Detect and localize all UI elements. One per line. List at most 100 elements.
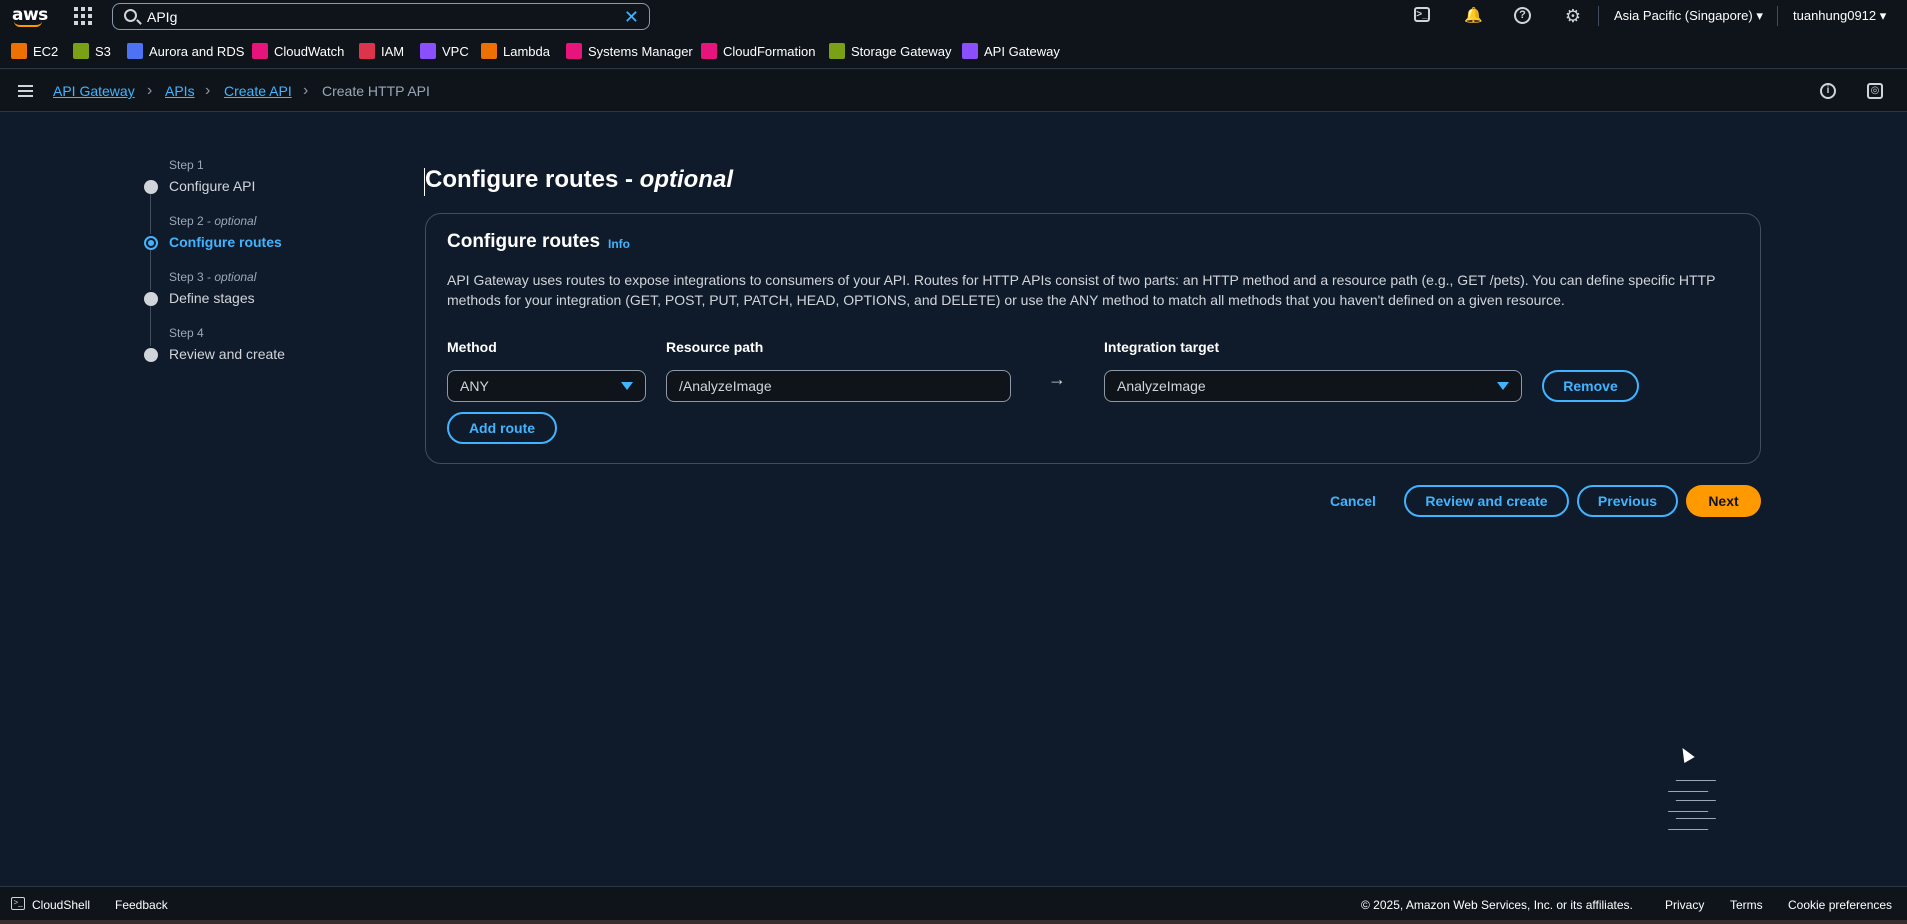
next-button[interactable]: Next bbox=[1686, 485, 1761, 517]
info-panel-icon[interactable]: i bbox=[1820, 83, 1836, 99]
caret-down-icon bbox=[1497, 382, 1509, 390]
favorite-cloudwatch[interactable]: CloudWatch bbox=[252, 42, 344, 60]
favorite-label: CloudFormation bbox=[723, 43, 816, 59]
cloudwatch-icon bbox=[252, 43, 268, 59]
divider bbox=[1777, 6, 1778, 26]
favorite-api-gateway[interactable]: API Gateway bbox=[962, 42, 1060, 60]
favorite-systems-manager[interactable]: Systems Manager bbox=[566, 42, 693, 60]
clear-search-icon[interactable]: ✕ bbox=[624, 8, 639, 26]
feedback-link[interactable]: Feedback bbox=[115, 898, 168, 912]
cloudshell-footer-icon: >_ bbox=[11, 897, 25, 910]
step-4-label: Step 4 bbox=[169, 326, 204, 340]
step-2-title: Configure routes bbox=[169, 234, 282, 250]
previous-button[interactable]: Previous bbox=[1577, 485, 1678, 517]
terms-link[interactable]: Terms bbox=[1730, 898, 1763, 912]
api-gateway-icon bbox=[962, 43, 978, 59]
settings-gear-icon[interactable]: ⚙ bbox=[1564, 7, 1582, 25]
favorite-label: Storage Gateway bbox=[851, 43, 952, 59]
step-connector bbox=[150, 306, 151, 346]
step-1-dot bbox=[144, 180, 158, 194]
favorite-label: S3 bbox=[95, 43, 111, 59]
info-link[interactable]: Info bbox=[608, 237, 630, 251]
resource-path-value: /AnalyzeImage bbox=[679, 378, 772, 394]
lambda-icon bbox=[481, 43, 497, 59]
region-selector[interactable]: Asia Pacific (Singapore) ▾ bbox=[1614, 8, 1763, 24]
breadcrumb-create-api[interactable]: Create API bbox=[224, 83, 292, 99]
configure-routes-panel: Configure routes Info API Gateway uses r… bbox=[425, 213, 1761, 464]
chevron-right-icon: › bbox=[303, 82, 309, 99]
aurora-rds-icon bbox=[127, 43, 143, 59]
favorite-storage-gateway[interactable]: Storage Gateway bbox=[829, 42, 951, 60]
resource-path-input[interactable]: /AnalyzeImage bbox=[666, 370, 1011, 402]
arrow-right-icon: → bbox=[1048, 369, 1066, 389]
storage-gateway-icon bbox=[829, 43, 845, 59]
mouse-cursor bbox=[1677, 744, 1695, 764]
caret-down-icon bbox=[621, 382, 633, 390]
iam-icon bbox=[359, 43, 375, 59]
step-4-dot bbox=[144, 348, 158, 362]
aws-logo[interactable]: aws bbox=[10, 3, 48, 29]
integration-target-select[interactable]: AnalyzeImage bbox=[1104, 370, 1522, 402]
favorite-cloudformation[interactable]: CloudFormation bbox=[701, 42, 816, 60]
panel-description: API Gateway uses routes to expose integr… bbox=[447, 272, 1716, 308]
step-2-label: Step 2 - optional bbox=[169, 214, 257, 228]
privacy-link[interactable]: Privacy bbox=[1665, 898, 1704, 912]
favorite-label: Systems Manager bbox=[588, 43, 693, 59]
integration-target-label: Integration target bbox=[1104, 339, 1220, 355]
favorite-ec2[interactable]: EC2 bbox=[11, 42, 58, 60]
integration-target-value: AnalyzeImage bbox=[1117, 378, 1206, 394]
favorite-label: Lambda bbox=[503, 43, 550, 59]
chevron-right-icon: › bbox=[147, 82, 153, 99]
page-title-optional: optional bbox=[639, 166, 733, 193]
step-1-title[interactable]: Configure API bbox=[169, 178, 255, 194]
breadcrumb-api-gateway[interactable]: API Gateway bbox=[53, 83, 135, 99]
cloudshell-link[interactable]: CloudShell bbox=[32, 898, 90, 912]
cancel-button[interactable]: Cancel bbox=[1330, 493, 1376, 509]
services-menu-icon[interactable] bbox=[74, 7, 92, 25]
chevron-right-icon: › bbox=[205, 82, 211, 99]
review-and-create-button[interactable]: Review and create bbox=[1404, 485, 1569, 517]
divider bbox=[1598, 6, 1599, 26]
method-value: ANY bbox=[460, 378, 489, 394]
footer: >_ CloudShell Feedback © 2025, Amazon We… bbox=[0, 886, 1907, 920]
remove-route-button[interactable]: Remove bbox=[1542, 370, 1639, 402]
favorite-label: API Gateway bbox=[984, 43, 1060, 59]
ec2-icon bbox=[11, 43, 27, 59]
favorite-label: Aurora and RDS bbox=[149, 43, 245, 59]
page-title: Configure routes - optional bbox=[425, 166, 733, 193]
search-box: ✕ bbox=[112, 3, 650, 30]
favorite-iam[interactable]: IAM bbox=[359, 42, 404, 60]
favorite-vpc[interactable]: VPC bbox=[420, 42, 469, 60]
search-icon bbox=[124, 9, 137, 22]
breadcrumb-apis[interactable]: APIs bbox=[165, 83, 195, 99]
step-2-dot bbox=[144, 236, 158, 250]
step-3-title[interactable]: Define stages bbox=[169, 290, 255, 306]
step-connector bbox=[150, 250, 151, 290]
cloudformation-icon bbox=[701, 43, 717, 59]
s3-icon bbox=[73, 43, 89, 59]
favorite-s3[interactable]: S3 bbox=[73, 42, 111, 60]
breadcrumb-bar: API Gateway › APIs › Create API › Create… bbox=[0, 70, 1907, 112]
step-1-label: Step 1 bbox=[169, 158, 204, 172]
account-menu[interactable]: tuanhung0912 ▾ bbox=[1793, 8, 1886, 24]
cookie-preferences-link[interactable]: Cookie preferences bbox=[1788, 898, 1892, 912]
step-4-title[interactable]: Review and create bbox=[169, 346, 285, 362]
favorite-lambda[interactable]: Lambda bbox=[481, 42, 550, 60]
top-navigation: aws ✕ >_ 🔔 ? ⚙ Asia Pacific (Singapore) … bbox=[0, 0, 1907, 32]
favorite-aurora-rds[interactable]: Aurora and RDS bbox=[127, 42, 244, 60]
hamburger-menu-icon[interactable] bbox=[18, 85, 33, 97]
cloudshell-icon[interactable]: >_ bbox=[1414, 7, 1430, 22]
add-route-button[interactable]: Add route bbox=[447, 412, 557, 444]
breadcrumb-current: Create HTTP API bbox=[322, 83, 430, 99]
notifications-bell-icon[interactable]: 🔔 bbox=[1464, 7, 1483, 25]
help-icon[interactable]: ? bbox=[1514, 7, 1531, 24]
method-select[interactable]: ANY bbox=[447, 370, 646, 402]
step-2-optional: optional bbox=[214, 214, 257, 228]
step-3-dot bbox=[144, 292, 158, 306]
favorites-bar: EC2 S3 Aurora and RDS CloudWatch IAM VPC… bbox=[0, 32, 1907, 69]
bottom-strip bbox=[0, 920, 1907, 924]
search-input[interactable] bbox=[147, 7, 607, 27]
vpc-icon bbox=[420, 43, 436, 59]
notifications-panel-icon[interactable]: ◎ bbox=[1867, 83, 1883, 99]
systems-manager-icon bbox=[566, 43, 582, 59]
